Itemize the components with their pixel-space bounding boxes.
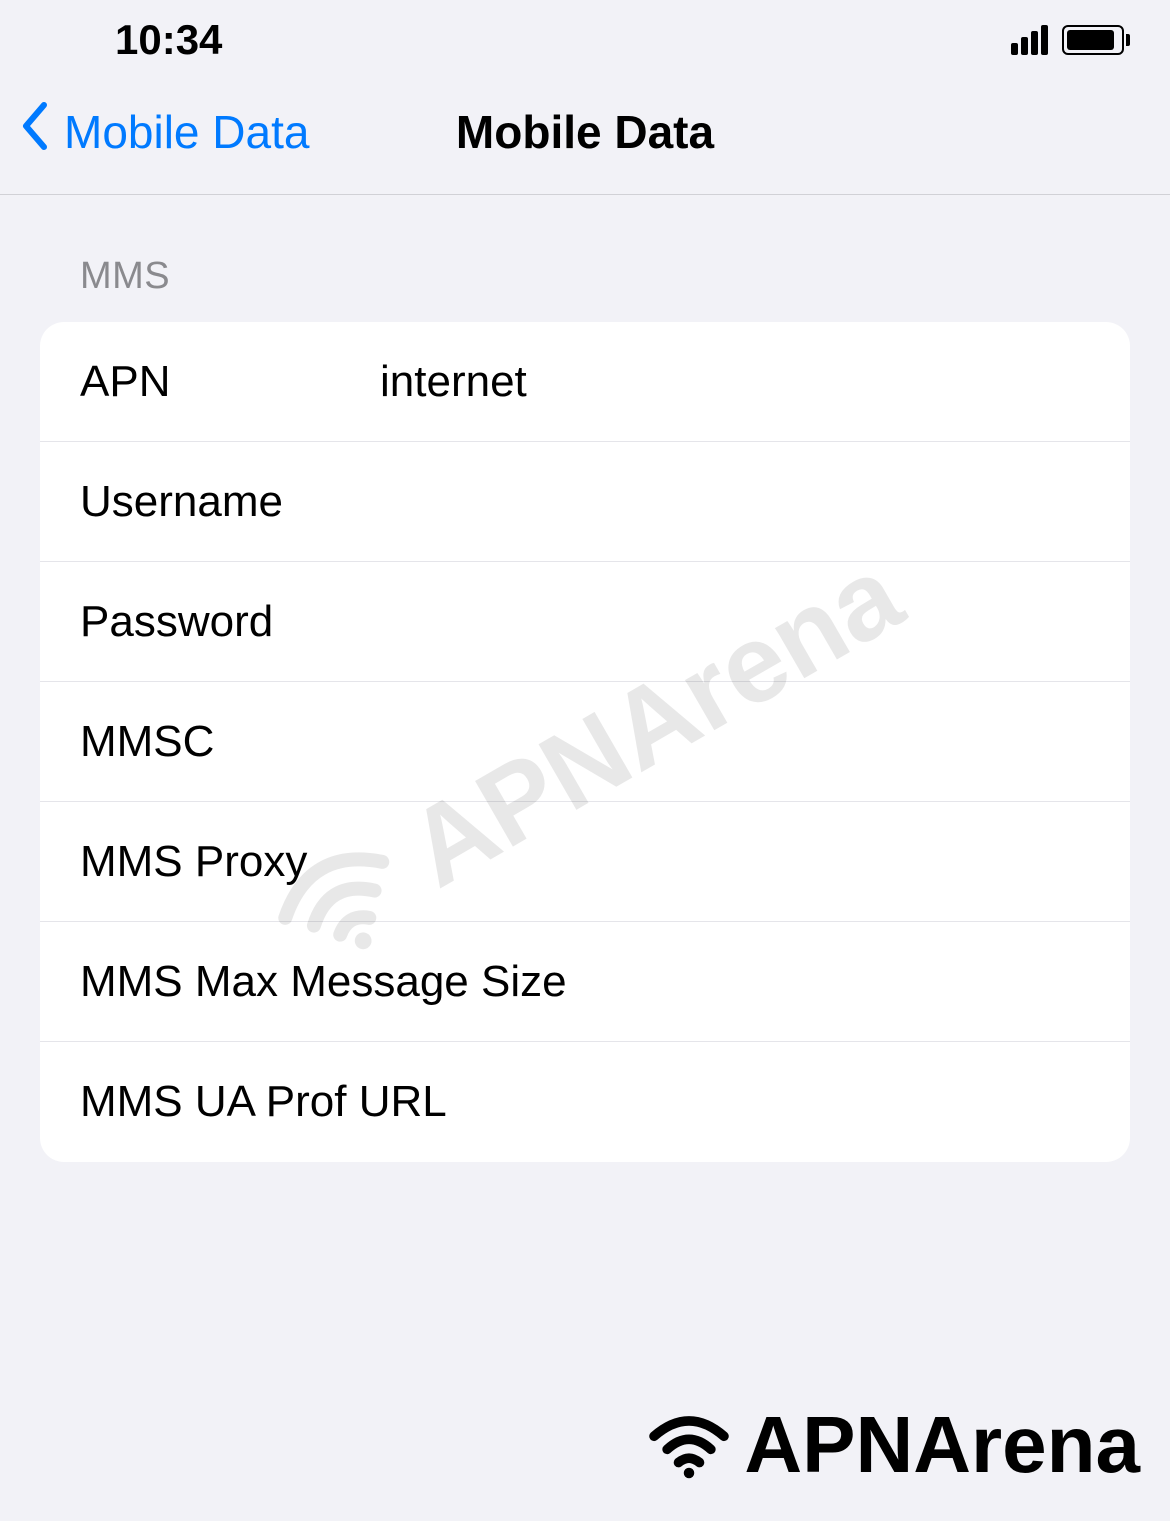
content-area: MMS APN Username Password MMSC MMS Proxy… [0, 195, 1170, 1162]
section-header-mms: MMS [80, 255, 1130, 298]
field-label: MMS UA Prof URL [80, 1077, 447, 1127]
mmsc-input[interactable] [380, 717, 1090, 767]
watermark-text: APNArena [744, 1399, 1140, 1491]
battery-icon [1062, 25, 1130, 55]
apn-input[interactable] [380, 357, 1090, 407]
settings-row-password[interactable]: Password [40, 562, 1130, 682]
settings-row-mms-max-size[interactable]: MMS Max Message Size [40, 922, 1130, 1042]
field-label: Password [80, 597, 360, 647]
chevron-left-icon [20, 101, 50, 164]
mms-proxy-input[interactable] [380, 837, 1090, 887]
field-label: MMS Proxy [80, 837, 360, 887]
field-label: MMSC [80, 717, 360, 767]
field-label: APN [80, 357, 360, 407]
password-input[interactable] [380, 597, 1090, 647]
settings-row-username[interactable]: Username [40, 442, 1130, 562]
status-right [1011, 25, 1130, 55]
navigation-bar: Mobile Data Mobile Data [0, 80, 1170, 195]
wifi-icon [644, 1410, 734, 1480]
status-bar: 10:34 [0, 0, 1170, 80]
back-button[interactable]: Mobile Data [20, 101, 309, 164]
settings-row-mms-ua-prof[interactable]: MMS UA Prof URL [40, 1042, 1130, 1162]
field-label: MMS Max Message Size [80, 957, 567, 1007]
back-label: Mobile Data [64, 105, 309, 159]
page-title: Mobile Data [456, 105, 714, 159]
settings-row-mmsc[interactable]: MMSC [40, 682, 1130, 802]
watermark-bottom: APNArena [644, 1399, 1140, 1491]
settings-group: APN Username Password MMSC MMS Proxy MMS… [40, 322, 1130, 1162]
username-input[interactable] [380, 477, 1090, 527]
status-time: 10:34 [115, 16, 222, 64]
settings-row-apn[interactable]: APN [40, 322, 1130, 442]
field-label: Username [80, 477, 360, 527]
cellular-signal-icon [1011, 25, 1048, 55]
settings-row-mms-proxy[interactable]: MMS Proxy [40, 802, 1130, 922]
